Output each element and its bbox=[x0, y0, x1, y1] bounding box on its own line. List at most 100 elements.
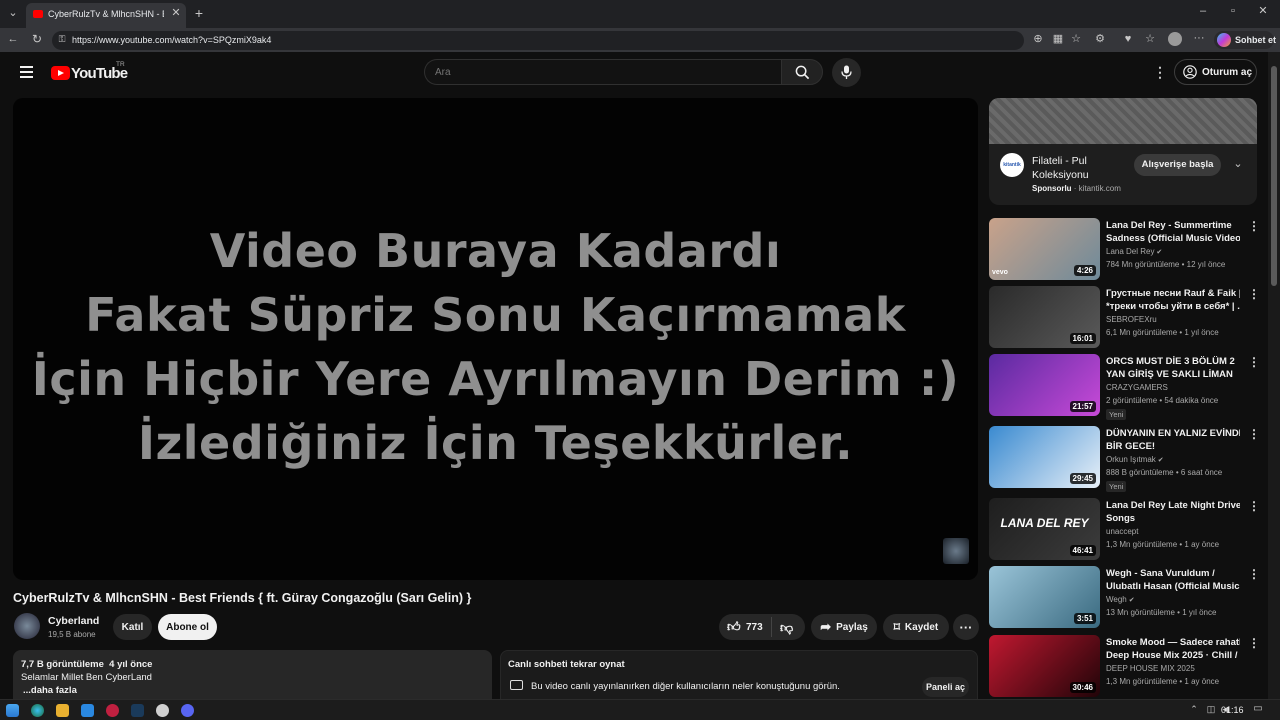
media-app-icon[interactable] bbox=[106, 704, 119, 717]
maximize-icon[interactable]: ▫ bbox=[1226, 6, 1240, 17]
related-video-thumbnail[interactable]: 30:46 bbox=[989, 635, 1100, 697]
menu-icon[interactable] bbox=[20, 66, 33, 78]
extensions-icon[interactable]: ⚙ bbox=[1094, 34, 1106, 45]
tab-list-icon[interactable]: ⌄ bbox=[6, 8, 20, 19]
dislike-icon[interactable]: 👎︎ bbox=[780, 620, 793, 636]
ad-title: Filateli - Pul Koleksiyonu bbox=[1032, 154, 1089, 182]
window-close-icon[interactable]: ✕ bbox=[1256, 6, 1270, 17]
settings-menu-icon[interactable]: ⋮ bbox=[1153, 65, 1167, 79]
back-icon[interactable]: ← bbox=[6, 34, 20, 45]
related-video-thumbnail[interactable]: 16:01 bbox=[989, 286, 1100, 348]
related-video-title[interactable]: ORCS MUST DİE 3 BÖLÜM 2 YAN GİRİŞ VE SAKL… bbox=[1106, 355, 1240, 381]
search-button[interactable] bbox=[781, 59, 823, 85]
share-label: Paylaş bbox=[836, 621, 868, 633]
join-button[interactable]: Katıl bbox=[113, 614, 152, 640]
more-options-icon[interactable]: ··· bbox=[1192, 33, 1206, 44]
video-menu-icon[interactable]: ⋮ bbox=[1248, 219, 1260, 233]
outlook-icon[interactable] bbox=[81, 704, 94, 717]
more-actions-button[interactable]: ··· bbox=[953, 614, 979, 640]
app-icon[interactable] bbox=[156, 704, 169, 717]
related-channel-name[interactable]: SEBROFEXru bbox=[1106, 315, 1157, 324]
save-button[interactable]: ⌑ Kaydet bbox=[883, 614, 949, 640]
related-video-title[interactable]: Грустные песни Rauf & Faik | *треки чтобы… bbox=[1106, 287, 1240, 313]
open-panel-button[interactable]: Paneli aç bbox=[922, 677, 969, 697]
site-info-icon[interactable]: ⚿ bbox=[57, 35, 67, 44]
url-field[interactable]: ⚿ https://www.youtube.com/watch?v=SPQzmi… bbox=[52, 31, 1081, 50]
clock[interactable]: 01:16 bbox=[1221, 705, 1244, 715]
overlay-line: Video Buraya Kadardı bbox=[209, 224, 782, 278]
edge-browser-icon[interactable] bbox=[31, 704, 44, 717]
upload-age: 1 ay önce bbox=[1184, 540, 1220, 549]
profile-avatar-icon[interactable] bbox=[1168, 32, 1182, 46]
related-video-thumbnail[interactable]: 3:51 bbox=[989, 566, 1100, 628]
like-icon[interactable]: 👍︎ bbox=[727, 619, 741, 635]
favorite-star-icon[interactable]: ☆ bbox=[1070, 34, 1082, 45]
related-video-thumbnail[interactable]: vevo 4:26 bbox=[989, 218, 1100, 280]
like-dislike-group: 👍︎ 773 👎︎ bbox=[719, 614, 805, 640]
page-scrollbar[interactable] bbox=[1268, 52, 1280, 699]
related-video-title[interactable]: Smoke Mood — Sadece rahatla | Deep House … bbox=[1106, 636, 1240, 662]
favorites-icon[interactable]: ☆ bbox=[1144, 34, 1156, 45]
channel-avatar[interactable] bbox=[14, 613, 40, 639]
related-video-thumbnail[interactable]: 21:57 bbox=[989, 354, 1100, 416]
verified-icon: ✔ bbox=[1155, 457, 1164, 464]
subscribe-label: Abone ol bbox=[166, 621, 209, 633]
close-tab-icon[interactable]: ✕ bbox=[170, 8, 182, 19]
video-menu-icon[interactable]: ⋮ bbox=[1248, 567, 1260, 581]
browser-tab[interactable]: CyberRulzTv & MlhcnSHN - Best F ✕ bbox=[26, 3, 186, 28]
copilot-button[interactable]: Sohbet et bbox=[1214, 31, 1276, 49]
related-channel-name[interactable]: unaccept bbox=[1106, 527, 1138, 536]
chevron-down-icon[interactable]: ⌄ bbox=[1232, 159, 1244, 170]
scrollbar-thumb[interactable] bbox=[1271, 66, 1277, 286]
related-video-title[interactable]: DÜNYANIN EN YALNIZ EVİNDE BİR GECE! bbox=[1106, 427, 1240, 453]
related-channel-name[interactable]: Orkun Işıtmak ✔ bbox=[1106, 455, 1164, 464]
start-icon[interactable] bbox=[6, 704, 19, 717]
minimize-icon[interactable]: – bbox=[1196, 6, 1210, 17]
signin-button[interactable]: Oturum aç bbox=[1174, 59, 1257, 85]
file-explorer-icon[interactable] bbox=[56, 704, 69, 717]
show-more-link[interactable]: ...daha fazla bbox=[23, 685, 77, 696]
translate-icon[interactable]: ⊕ bbox=[1032, 34, 1044, 45]
channel-watermark-icon[interactable] bbox=[943, 538, 969, 564]
video-duration: 16:01 bbox=[1069, 333, 1096, 344]
channel-name[interactable]: Cyberland bbox=[48, 615, 99, 627]
view-count: 1,3 Mn görüntüleme bbox=[1106, 677, 1178, 686]
app-icon[interactable]: ▦ bbox=[1052, 34, 1064, 45]
video-player[interactable]: Video Buraya Kadardı Fakat Süpriz Sonu K… bbox=[13, 98, 978, 580]
related-video-thumbnail[interactable]: LANA DEL REY 46:41 bbox=[989, 498, 1100, 560]
video-menu-icon[interactable]: ⋮ bbox=[1248, 427, 1260, 441]
subscribe-button[interactable]: Abone ol bbox=[158, 614, 217, 640]
related-video-title[interactable]: Wegh - Sana Vuruldum / Ulubatlı Hasan (Of… bbox=[1106, 567, 1240, 593]
steam-icon[interactable] bbox=[131, 704, 144, 717]
video-menu-icon[interactable]: ⋮ bbox=[1248, 499, 1260, 513]
new-tab-icon[interactable]: + bbox=[192, 6, 206, 20]
ad-cta-button[interactable]: Alışverişe başla bbox=[1134, 154, 1221, 176]
sponsored-ad[interactable]: kitantik Filateli - Pul Koleksiyonu Spon… bbox=[989, 98, 1257, 205]
tray-expand-icon[interactable]: ⌃ bbox=[1189, 705, 1199, 714]
related-channel-name[interactable]: CRAZYGAMERS bbox=[1106, 383, 1168, 392]
notifications-icon[interactable]: ▭ bbox=[1252, 704, 1264, 714]
video-menu-icon[interactable]: ⋮ bbox=[1248, 355, 1260, 369]
video-menu-icon[interactable]: ⋮ bbox=[1248, 636, 1260, 650]
related-channel-name[interactable]: Wegh ✔ bbox=[1106, 595, 1135, 604]
voice-search-button[interactable] bbox=[832, 58, 861, 87]
channel-label: Wegh bbox=[1106, 595, 1127, 604]
video-menu-icon[interactable]: ⋮ bbox=[1248, 287, 1260, 301]
chat-replay-text: Bu video canlı yayınlanırken diğer kulla… bbox=[531, 681, 840, 692]
network-icon[interactable]: ◫ bbox=[1206, 705, 1216, 714]
video-duration: 46:41 bbox=[1069, 545, 1096, 556]
search-input[interactable] bbox=[424, 59, 781, 85]
chat-replay-title: Canlı sohbeti tekrar oynat bbox=[508, 659, 625, 670]
related-video-meta: 2 görüntüleme • 54 dakika önce bbox=[1106, 396, 1218, 405]
related-video-thumbnail[interactable]: 29:45 bbox=[989, 426, 1100, 488]
related-video-title[interactable]: Lana Del Rey Late Night Drive Songs bbox=[1106, 499, 1240, 525]
discord-icon[interactable] bbox=[181, 704, 194, 717]
related-video-title[interactable]: Lana Del Rey - Summertime Sadness (Offici… bbox=[1106, 219, 1240, 245]
share-button[interactable]: ➦ Paylaş bbox=[811, 614, 877, 640]
new-badge: Yeni bbox=[1106, 481, 1127, 492]
browser-essentials-icon[interactable]: ♥ bbox=[1122, 34, 1134, 45]
reload-icon[interactable]: ↻ bbox=[30, 33, 44, 45]
channel-label: Orkun Işıtmak bbox=[1106, 455, 1156, 464]
related-channel-name[interactable]: Lana Del Rey ✔ bbox=[1106, 247, 1162, 256]
related-channel-name[interactable]: DEEP HOUSE MIX 2025 bbox=[1106, 664, 1195, 673]
